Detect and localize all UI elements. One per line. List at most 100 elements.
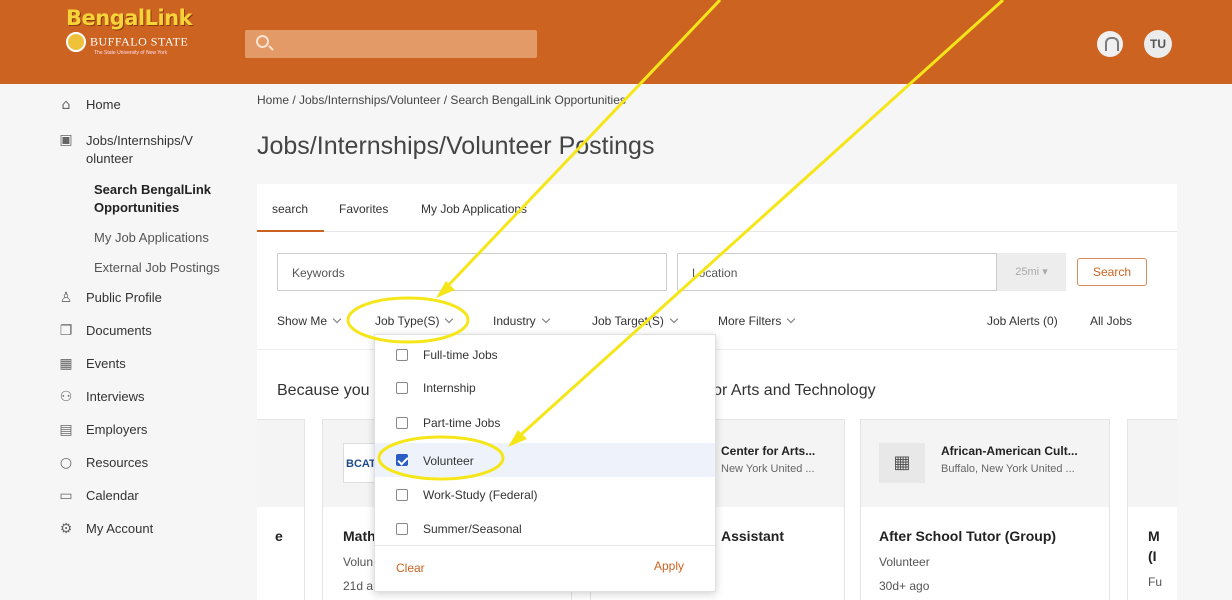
apply-button[interactable]: Apply <box>654 559 684 573</box>
employer-logo: ▦ <box>879 443 925 483</box>
lightbulb-icon: ○ <box>59 455 73 471</box>
sidebar-item-employers[interactable]: ▤ Employers <box>58 422 147 438</box>
notifications-bell-icon[interactable] <box>1097 31 1123 57</box>
checkbox[interactable] <box>396 523 408 535</box>
chevron-down-icon <box>787 314 796 324</box>
job-age: 30d+ ago <box>879 579 930 593</box>
radius-select[interactable]: 25mi ▾ <box>996 253 1066 291</box>
interviews-icon: ⚇ <box>59 389 73 405</box>
job-type: Volunteer <box>879 555 930 569</box>
filter-more[interactable]: More Filters <box>718 314 796 328</box>
bengallink-logo[interactable]: BengalLink BUFFALO STATE The State Unive… <box>66 6 196 72</box>
filter-job-type[interactable]: Job Type(S) <box>375 314 454 328</box>
job-card[interactable]: ▦ African-American Cult... Buffalo, New … <box>860 419 1110 600</box>
documents-icon: ❐ <box>59 323 73 339</box>
sidebar-subitem-search-opportunities[interactable]: Search BengalLink Opportunities <box>94 181 211 217</box>
filter-show-me[interactable]: Show Me <box>277 314 342 328</box>
job-card-partial-left[interactable]: e <box>257 419 305 600</box>
radius-value: 25mi <box>1015 266 1040 278</box>
job-age: 21d a <box>343 579 374 593</box>
subitem-label-cont: Opportunities <box>94 200 180 215</box>
job-title: Assistant <box>721 528 785 544</box>
filter-job-target[interactable]: Job Target(S) <box>592 314 679 328</box>
job-type-option-internship[interactable]: Internship <box>375 372 715 404</box>
checkbox-checked[interactable] <box>396 454 408 466</box>
logo-state-text: BUFFALO STATE <box>90 34 189 49</box>
clear-button[interactable]: Clear <box>396 561 425 575</box>
tab-search[interactable]: search <box>256 202 325 232</box>
job-type-option-summer[interactable]: Summer/Seasonal <box>375 513 715 545</box>
location-placeholder: Location <box>692 266 738 280</box>
sidebar-item-label: Home <box>86 97 121 112</box>
sidebar-item-label: Events <box>86 356 126 371</box>
all-jobs-link[interactable]: All Jobs <box>1090 314 1132 328</box>
card-head <box>1128 420 1177 507</box>
sidebar-item-label-cont: olunteer <box>86 151 133 166</box>
sidebar-item-label: Employers <box>86 422 148 437</box>
filter-industry[interactable]: Industry <box>493 314 550 328</box>
filter-label: Industry <box>493 314 536 328</box>
checkbox[interactable] <box>396 382 408 394</box>
employer-location: New York United ... <box>721 463 815 475</box>
tab-favorites[interactable]: Favorites <box>339 202 388 216</box>
chevron-down-icon <box>445 314 454 324</box>
logo-brand-text: BengalLink <box>66 6 193 30</box>
sidebar-item-events[interactable]: ▦ Events <box>58 356 126 372</box>
user-avatar[interactable]: TU <box>1144 30 1172 58</box>
job-card-partial-right[interactable]: M (I Fu <box>1127 419 1177 600</box>
option-label: Summer/Seasonal <box>423 522 522 536</box>
job-alerts-link[interactable]: Job Alerts (0) <box>987 314 1058 328</box>
checkbox[interactable] <box>396 349 408 361</box>
sidebar-item-label: Jobs/Internships/V <box>86 133 193 148</box>
checkbox[interactable] <box>396 489 408 501</box>
job-type-option-work-study[interactable]: Work-Study (Federal) <box>375 479 715 511</box>
sidebar-item-home[interactable]: ⌂ Home <box>58 97 121 113</box>
sidebar-item-jobs[interactable]: ▣ Jobs/Internships/V olunteer <box>58 132 193 168</box>
sidebar-item-resources[interactable]: ○ Resources <box>58 455 148 471</box>
sidebar-item-label: Calendar <box>86 488 139 503</box>
job-type: Volun <box>343 555 374 569</box>
job-title: e <box>275 528 283 544</box>
search-button[interactable]: Search <box>1077 258 1147 286</box>
sidebar-item-my-account[interactable]: ⚙ My Account <box>58 521 153 537</box>
sidebar-item-label: Interviews <box>86 389 145 404</box>
card-head <box>257 420 304 507</box>
filter-label: Job Target(S) <box>592 314 664 328</box>
keywords-input[interactable]: Keywords <box>277 253 667 291</box>
employer-name: Center for Arts... <box>721 444 816 458</box>
dropdown-footer: Clear Apply <box>375 545 715 591</box>
option-label: Part-time Jobs <box>423 416 501 430</box>
breadcrumb[interactable]: Home / Jobs/Internships/Volunteer / Sear… <box>257 93 626 107</box>
bcat-logo-text: BCAT <box>346 458 376 470</box>
calendar-events-icon: ▦ <box>59 356 73 372</box>
global-search-input[interactable] <box>245 30 537 58</box>
sidebar-subitem-external-postings[interactable]: External Job Postings <box>94 260 220 275</box>
recommendation-title: Because you <box>277 382 370 399</box>
home-icon: ⌂ <box>61 97 71 113</box>
option-label: Full-time Jobs <box>423 348 498 362</box>
sidebar-item-public-profile[interactable]: ♙ Public Profile <box>58 290 162 306</box>
gear-icon: ⚙ <box>59 521 73 537</box>
sidebar-subitem-my-applications[interactable]: My Job Applications <box>94 230 209 245</box>
sidebar-item-label: Resources <box>86 455 149 470</box>
job-type-option-full-time[interactable]: Full-time Jobs <box>375 339 715 371</box>
job-title: Math <box>343 528 376 544</box>
option-label: Internship <box>423 381 476 395</box>
sidebar-item-calendar[interactable]: ▭ Calendar <box>58 488 139 504</box>
filter-label: Show Me <box>277 314 328 328</box>
recommendation-title-cont: er for Arts and Technology <box>690 382 876 399</box>
job-title: M <box>1148 528 1160 544</box>
job-type: Fu <box>1148 575 1163 589</box>
job-type-option-part-time[interactable]: Part-time Jobs <box>375 407 715 439</box>
tab-my-job-applications[interactable]: My Job Applications <box>421 202 527 216</box>
sidebar-item-interviews[interactable]: ⚇ Interviews <box>58 389 145 405</box>
job-type-option-volunteer[interactable]: Volunteer <box>375 443 715 477</box>
job-title-cont: (I <box>1148 548 1157 564</box>
sidebar-item-documents[interactable]: ❐ Documents <box>58 323 152 339</box>
person-icon: ♙ <box>59 290 73 306</box>
chevron-down-icon <box>669 314 679 324</box>
subitem-label: Search BengalLink <box>94 182 212 197</box>
calendar-icon: ▭ <box>59 488 73 504</box>
caret-down-icon: ▾ <box>1042 266 1048 278</box>
checkbox[interactable] <box>396 417 408 429</box>
